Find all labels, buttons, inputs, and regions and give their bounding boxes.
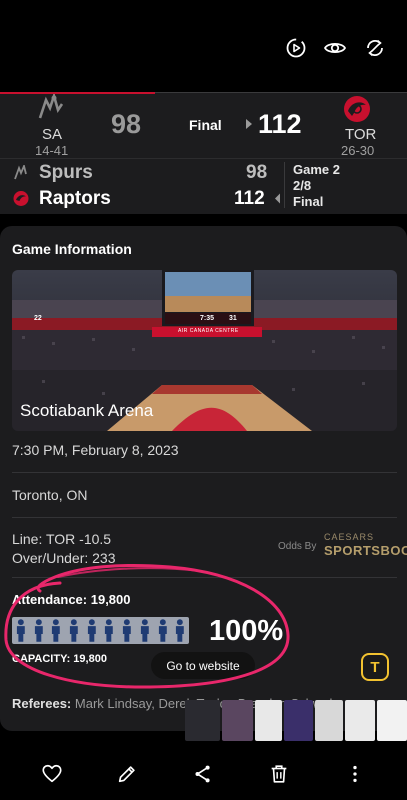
attendance-label: Attendance: 19,800: [12, 592, 131, 607]
thumbnail[interactable]: [345, 700, 375, 741]
game-final: Final: [293, 194, 324, 209]
attendance-person-icon: [176, 619, 184, 642]
linescore-away-name: Spurs: [39, 162, 93, 183]
tab-divider: [155, 92, 407, 93]
game-datetime: 7:30 PM, February 8, 2023: [12, 442, 179, 458]
thumbnail-strip[interactable]: [185, 700, 407, 741]
linescore-away-score: 98: [246, 162, 268, 183]
motion-photo-icon[interactable]: [284, 36, 308, 60]
attendance-person-icon: [69, 619, 78, 642]
away-team-score: 98: [111, 109, 142, 139]
rotate-icon[interactable]: [363, 36, 387, 60]
attendance-person-icon: [105, 619, 114, 642]
game-date: 2/8: [293, 178, 312, 193]
game-info-title: Game Information: [12, 241, 132, 257]
linescore-divider: [284, 162, 285, 208]
arena-name: Scotiabank Arena: [20, 401, 154, 420]
edit-icon[interactable]: [116, 763, 138, 785]
winner-arrow-icon: [246, 119, 252, 129]
odds-by-label: Odds By: [278, 541, 317, 552]
spurs-logo-icon: [38, 94, 64, 119]
home-team-score: 112: [258, 109, 302, 139]
trash-icon[interactable]: [268, 763, 290, 785]
jumbotron-right-score: 31: [229, 315, 237, 322]
thumbnail[interactable]: [222, 700, 253, 741]
game-location: Toronto, ON: [12, 487, 88, 503]
thumbnail[interactable]: [284, 700, 313, 741]
betting-line: Line: TOR -10.5: [12, 531, 112, 547]
thumbnail[interactable]: [185, 700, 220, 741]
attendance-person-icon: [158, 619, 167, 642]
attendance-person-icon: [16, 619, 25, 642]
arena-banner-text: AIR CANADA CENTRE: [178, 328, 239, 334]
home-team-abbr: TOR: [345, 126, 377, 143]
sponsor-logo-bottom[interactable]: SPORTSBOOK: [324, 543, 407, 558]
attendance-person-icon: [123, 619, 131, 642]
jumbotron-clock: 7:35: [200, 315, 215, 322]
text-extract-button[interactable]: T: [361, 653, 389, 681]
over-under: Over/Under: 233: [12, 550, 116, 566]
attendance-person-icon: [140, 619, 149, 642]
linescore-home-score: 112: [234, 188, 265, 209]
divider: [12, 472, 397, 473]
game-number: Game 2: [293, 162, 340, 177]
home-team-record: 26-30: [341, 143, 375, 158]
winner-indicator-icon: [275, 193, 280, 204]
game-status: Final: [189, 117, 222, 133]
more-vertical-icon[interactable]: [344, 763, 366, 785]
attendance-person-icon: [34, 619, 43, 642]
eye-icon[interactable]: [323, 36, 347, 60]
go-to-website-button[interactable]: Go to website: [151, 652, 255, 679]
away-team-abbr: SA: [42, 126, 63, 143]
thumbnail[interactable]: [255, 700, 282, 741]
active-tab-indicator: [0, 92, 155, 94]
spurs-small-logo-icon: [14, 165, 27, 180]
capacity-label: CAPACITY: 19,800: [12, 653, 107, 665]
thumbnail[interactable]: [315, 700, 343, 741]
sponsor-logo-top[interactable]: CAESARS: [324, 532, 374, 542]
viewer-top-bar: [0, 0, 407, 92]
divider: [12, 577, 397, 578]
attendance-bar: [12, 617, 189, 644]
linescore-home-name: Raptors: [39, 188, 111, 209]
thumbnail[interactable]: [377, 700, 407, 741]
jumbotron-left-score: 22: [34, 315, 42, 322]
attendance-person-icon: [52, 619, 61, 642]
divider: [12, 517, 397, 518]
share-icon[interactable]: [192, 763, 214, 785]
heart-icon[interactable]: [41, 763, 63, 785]
referees-label: Referees:: [12, 696, 72, 711]
away-team-record: 14-41: [35, 143, 69, 158]
raptors-small-logo-icon: [13, 191, 29, 206]
attendance-percent: 100%: [209, 615, 284, 647]
attendance-person-icon: [87, 619, 96, 642]
raptors-logo-icon: [344, 96, 370, 122]
